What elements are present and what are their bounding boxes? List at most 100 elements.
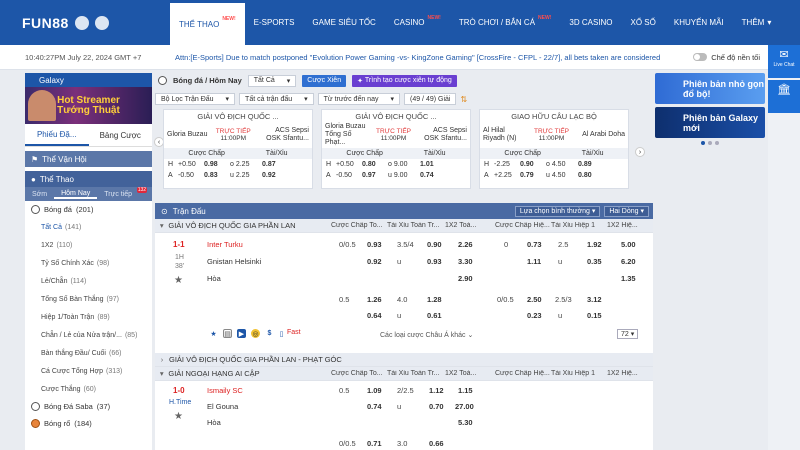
odds[interactable]: 0.73 xyxy=(527,240,542,249)
list-item[interactable]: Bàn thắng Đầu/ Cuối (66) xyxy=(25,344,152,362)
sport-saba-football[interactable]: Bóng Đá Saba (37) xyxy=(25,398,152,415)
collapse-icon[interactable]: ▾ xyxy=(155,369,168,378)
tab-today[interactable]: Hôm Nay xyxy=(54,190,98,199)
collapse-icon[interactable]: ▾ xyxy=(155,221,168,230)
expand-icon[interactable]: › xyxy=(155,355,169,364)
view-select[interactable]: Hai Dòng ▾ xyxy=(604,205,649,217)
tab-bet-slip[interactable]: Phiếu Đặ... xyxy=(25,124,89,146)
galaxy-bar[interactable]: Galaxy xyxy=(25,73,152,87)
odds[interactable]: 2.90 xyxy=(458,274,473,283)
odds[interactable]: 0.74 xyxy=(420,172,444,179)
star-icon[interactable]: ★ xyxy=(209,329,218,338)
live-chat-button[interactable]: ✉ Live Chat xyxy=(768,45,800,78)
parlay-button[interactable]: Cược Xiên xyxy=(302,74,347,87)
hot-streamer-banner[interactable]: Hot Streamer Tướng Thuật xyxy=(25,87,152,124)
odds[interactable]: 0.83 xyxy=(204,172,228,179)
odds[interactable]: 27.00 xyxy=(455,402,474,411)
league-header[interactable]: ▾ GIẢI VÔ ĐỊCH QUỐC GIA PHẦN LAN Cược Ch… xyxy=(155,219,653,233)
odds[interactable]: 1.01 xyxy=(420,161,444,168)
odds[interactable]: 1.92 xyxy=(587,240,602,249)
bank-button[interactable]: 🏛 xyxy=(768,80,800,113)
nav-fast-games[interactable]: GAME SIÊU TỐC xyxy=(303,0,384,45)
carousel-dot[interactable] xyxy=(701,141,705,145)
sports-section[interactable]: ● Thể Thao xyxy=(25,171,152,187)
odds[interactable]: 0.61 xyxy=(427,311,442,320)
sport-football[interactable]: Bóng đá (201) xyxy=(25,201,152,218)
odds[interactable]: 0.90 xyxy=(427,240,442,249)
odds[interactable]: 1.12 xyxy=(429,386,444,395)
auto-parlay-button[interactable]: ✦ Trình tạo cược xiên tự động xyxy=(352,74,457,87)
list-item[interactable]: 1X2 (110) xyxy=(25,236,152,254)
league-header[interactable]: › GIẢI VÔ ĐỊCH QUỐC GIA PHẦN LAN - PHẠT … xyxy=(155,353,653,367)
promo-banner-compact[interactable]: Phiên bản nhỏ gọn đổ bộ! xyxy=(655,73,765,104)
odds[interactable]: 2.50 xyxy=(527,295,542,304)
odds[interactable]: 1.09 xyxy=(367,386,382,395)
odds[interactable]: 0.80 xyxy=(362,161,386,168)
list-item[interactable]: Lẻ/Chẵn (114) xyxy=(25,272,152,290)
nav-3d-casino[interactable]: 3D CASINO xyxy=(560,0,621,45)
favorite-star-icon[interactable]: ★ xyxy=(174,411,183,422)
nav-lottery[interactable]: XỔ SỐ xyxy=(622,0,665,45)
more-markets-count[interactable]: 72 ▾ xyxy=(617,329,639,339)
nav-promotions[interactable]: KHUYẾN MÃI xyxy=(665,0,733,45)
odds[interactable]: 5.00 xyxy=(621,240,636,249)
favorite-star-icon[interactable]: ★ xyxy=(174,275,183,286)
odds[interactable]: 0.93 xyxy=(367,240,382,249)
sort-icon[interactable]: ⇅ xyxy=(460,95,467,104)
odds[interactable]: 5.30 xyxy=(458,418,473,427)
featured-card[interactable]: GIAO HỮU CÂU LẠC BỘ Al Hilal Riyadh (N) T… xyxy=(479,109,629,189)
nav-sports[interactable]: THỂ THAO NEW! xyxy=(170,0,245,45)
market-select[interactable]: Tất Cả ▾ xyxy=(247,74,297,87)
toggle-switch[interactable] xyxy=(693,53,708,61)
odds[interactable]: 0.97 xyxy=(362,172,386,179)
tab-live[interactable]: Trực tiếp 132 xyxy=(97,186,148,198)
list-item[interactable]: Cá Cược Tổng Hợp (313) xyxy=(25,362,152,380)
league-header[interactable]: ▾ GIẢI NGOẠI HẠNG AI CẬP Cược Chấp To...… xyxy=(155,367,653,381)
list-item[interactable]: Chẵn / Lẻ của Nửa trận/... (85) xyxy=(25,326,152,344)
odds[interactable]: 0.71 xyxy=(367,439,382,448)
odds[interactable]: 1.11 xyxy=(527,257,541,266)
odds[interactable]: 0.89 xyxy=(578,161,602,168)
featured-card[interactable]: GIẢI VÔ ĐỊCH QUỐC ... Gloria Buzau TRỰC T… xyxy=(163,109,313,189)
league-count[interactable]: (49 / 49) Giải xyxy=(404,93,457,105)
promo-banner-galaxy[interactable]: Phiên bản Galaxy mới xyxy=(655,107,765,138)
odds[interactable]: 0.35 xyxy=(587,257,602,266)
odds[interactable]: 1.28 xyxy=(427,295,442,304)
time-range-select[interactable]: Từ trước đến nay ▾ xyxy=(317,93,400,105)
odds[interactable]: 2.26 xyxy=(458,240,473,249)
odds[interactable]: 0.79 xyxy=(520,172,544,179)
dark-mode-toggle[interactable]: Chế độ nền tối xyxy=(693,53,768,62)
odds[interactable]: 0.66 xyxy=(429,439,444,448)
fast-market-link[interactable]: Fast xyxy=(287,329,301,336)
odds[interactable]: 1.26 xyxy=(367,295,382,304)
carousel-dot[interactable] xyxy=(708,141,712,145)
sport-basketball[interactable]: Bóng rổ (184) xyxy=(25,415,152,432)
mobile-icon[interactable]: ▯ xyxy=(277,329,286,338)
nav-games-fishing[interactable]: TRÒ CHƠI / BẮN CÁ NEW! xyxy=(450,0,561,45)
nav-esports[interactable]: E-SPORTS xyxy=(245,0,304,45)
list-item[interactable]: Cược Thắng (60) xyxy=(25,380,152,398)
odds[interactable]: 0.74 xyxy=(367,402,382,411)
odds[interactable]: 0.64 xyxy=(367,311,382,320)
nav-casino[interactable]: CASINO NEW! xyxy=(385,0,450,45)
list-item[interactable]: Tất Cả (141) xyxy=(25,218,152,236)
list-item[interactable]: Tổng Số Bàn Thắng (97) xyxy=(25,290,152,308)
carousel-dot[interactable] xyxy=(715,141,719,145)
odds[interactable]: 0.98 xyxy=(204,161,228,168)
tab-bet-list[interactable]: Bảng Cược xyxy=(89,124,153,146)
odds[interactable]: 0.92 xyxy=(367,257,382,266)
odds[interactable]: 0.92 xyxy=(262,172,286,179)
olympics-section[interactable]: ⚑ Thể Vận Hội xyxy=(25,151,152,167)
dollar-icon[interactable]: $ xyxy=(265,329,274,338)
odds[interactable]: 1.15 xyxy=(458,386,473,395)
odds[interactable]: 0.23 xyxy=(527,311,542,320)
odds[interactable]: 0.90 xyxy=(520,161,544,168)
odds[interactable]: 0.80 xyxy=(578,172,602,179)
odds[interactable]: 3.12 xyxy=(587,295,602,304)
odds[interactable]: 1.35 xyxy=(621,274,636,283)
announcement-marquee[interactable]: Attn:[E-Sports] Due to match postponed "… xyxy=(145,53,693,62)
odds[interactable]: 0.87 xyxy=(262,161,286,168)
live-tv-icon[interactable]: ▶ xyxy=(237,329,246,338)
tab-early[interactable]: Sớm xyxy=(25,191,54,198)
stats-icon[interactable]: ▤ xyxy=(223,329,232,338)
